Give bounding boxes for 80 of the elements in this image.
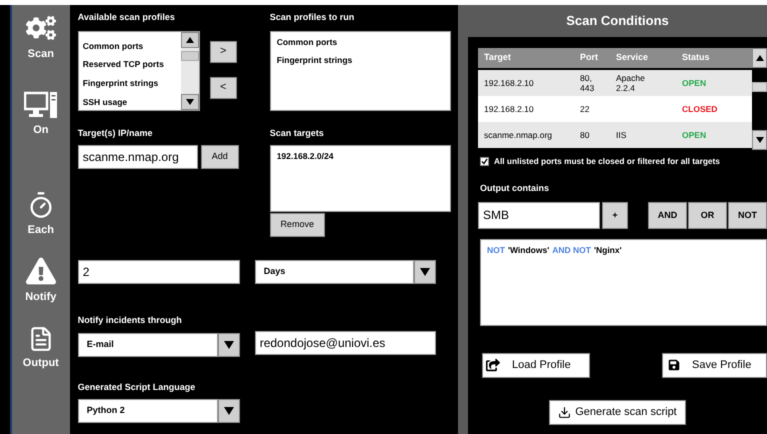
save-icon bbox=[668, 359, 680, 372]
output-input[interactable]: SMB bbox=[478, 202, 600, 229]
status-cell-text: OPEN bbox=[682, 128, 708, 142]
sidebar-label[interactable]: Scan bbox=[28, 46, 54, 62]
table-row[interactable]: 192.168.2.10 22 CLOSED bbox=[478, 96, 752, 122]
checkbox[interactable] bbox=[480, 156, 489, 166]
checkbox-label: All unlisted ports must be closed or filtered for all targets bbox=[494, 155, 720, 168]
move-button[interactable]: > bbox=[210, 40, 237, 62]
scrollbar-thumb[interactable] bbox=[180, 50, 199, 60]
computer-icon bbox=[24, 91, 58, 119]
profile-item[interactable]: SSH usage bbox=[82, 96, 181, 108]
profile-item[interactable]: Fingerprint strings bbox=[82, 77, 181, 90]
up-arrow-icon[interactable] bbox=[186, 36, 194, 42]
field-label: Scan targets bbox=[270, 126, 325, 140]
expression-token: 'Windows' bbox=[508, 244, 550, 257]
operator-button[interactable]: OR bbox=[688, 202, 727, 229]
expression-token: AND NOT bbox=[552, 244, 591, 257]
dropdown-field[interactable]: Days bbox=[254, 260, 414, 284]
field-label: Target(s) IP/name bbox=[78, 126, 154, 140]
warning-icon bbox=[26, 256, 56, 286]
table-cell-text: scanme.nmap.org bbox=[483, 128, 554, 142]
table-cell-text: 192.168.2.10 bbox=[483, 76, 535, 90]
interval-input[interactable]: 2 bbox=[78, 260, 240, 284]
dropdown-caret-icon[interactable] bbox=[218, 399, 240, 423]
scrollbar[interactable] bbox=[752, 48, 767, 150]
operator-button[interactable]: AND bbox=[648, 202, 687, 229]
save-profile-button[interactable]: Save Profile bbox=[662, 352, 767, 378]
column-header: Status bbox=[682, 51, 711, 64]
profile-item[interactable]: Common ports bbox=[276, 36, 450, 48]
load-profile-button[interactable]: Load Profile bbox=[482, 352, 590, 378]
sidebar-label[interactable]: Each bbox=[28, 222, 54, 238]
panel-title: Scan Conditions bbox=[566, 12, 669, 30]
status-cell-text: OPEN bbox=[682, 76, 708, 90]
scrollbar-thumb[interactable] bbox=[752, 82, 767, 92]
share-icon bbox=[486, 358, 500, 372]
email-input[interactable]: redondojose@uniovi.es bbox=[254, 330, 436, 354]
download-icon bbox=[558, 406, 572, 419]
field-label: Generated Script Language bbox=[78, 380, 196, 394]
down-arrow-icon[interactable] bbox=[756, 137, 764, 143]
add-button[interactable]: Add bbox=[200, 145, 239, 169]
dropdown-field[interactable]: Python 2 bbox=[78, 399, 218, 423]
add-condition-button[interactable]: + bbox=[602, 202, 628, 229]
column-header: Target bbox=[483, 51, 512, 64]
generate-script-button[interactable]: Generate scan script bbox=[549, 400, 686, 425]
status-cell-text: CLOSED bbox=[682, 102, 718, 116]
table-cell-text: IIS bbox=[616, 130, 628, 140]
table-cell-text: 80 bbox=[580, 130, 590, 140]
profile-item[interactable]: Common ports bbox=[82, 40, 181, 52]
up-arrow-icon[interactable] bbox=[756, 55, 764, 61]
table-cell-text: 80, 443 bbox=[580, 73, 596, 93]
sidebar-label[interactable]: Notify bbox=[25, 289, 56, 306]
operator-button[interactable]: NOT bbox=[728, 202, 767, 229]
remove-button[interactable]: Remove bbox=[270, 213, 325, 237]
dropdown-field[interactable]: E-mail bbox=[78, 332, 218, 356]
field-label: Available scan profiles bbox=[78, 11, 176, 24]
table-cell-text: 22 bbox=[580, 104, 590, 114]
down-arrow-icon[interactable] bbox=[186, 98, 194, 104]
column-header: Port bbox=[580, 51, 599, 64]
sidebar-label[interactable]: Output bbox=[22, 355, 59, 372]
target-input[interactable]: scanme.nmap.org bbox=[78, 145, 198, 169]
dropdown-caret-icon[interactable] bbox=[218, 332, 240, 356]
table-row[interactable]: 192.168.2.10 80, 443 Apache 2.2.4 OPEN bbox=[478, 70, 752, 96]
sidebar-label[interactable]: On bbox=[33, 122, 48, 138]
expression-token: NOT bbox=[487, 244, 505, 257]
field-label: Output contains bbox=[480, 182, 550, 196]
table-cell-text: 192.168.2.10 bbox=[483, 102, 535, 116]
target-item[interactable]: 192.168.2.0/24 bbox=[276, 150, 450, 163]
table-cell-text: Apache 2.2.4 bbox=[616, 73, 646, 93]
profile-item[interactable]: Fingerprint strings bbox=[276, 54, 450, 67]
scrollbar[interactable] bbox=[180, 32, 199, 110]
move-button[interactable]: < bbox=[210, 76, 237, 98]
expression-token: 'Nginx' bbox=[594, 244, 622, 257]
field-label: Scan profiles to run bbox=[270, 11, 356, 24]
field-label: Notify incidents through bbox=[78, 314, 183, 327]
profile-item[interactable]: Reserved TCP ports bbox=[82, 58, 181, 71]
gears-icon bbox=[26, 13, 56, 43]
table-row[interactable]: scanme.nmap.org 80 IIS OPEN bbox=[478, 122, 752, 148]
expression-box[interactable]: NOT 'Windows' AND NOT 'Nginx' bbox=[480, 238, 767, 326]
column-header: Service bbox=[615, 51, 650, 64]
dropdown-caret-icon[interactable] bbox=[414, 260, 436, 284]
